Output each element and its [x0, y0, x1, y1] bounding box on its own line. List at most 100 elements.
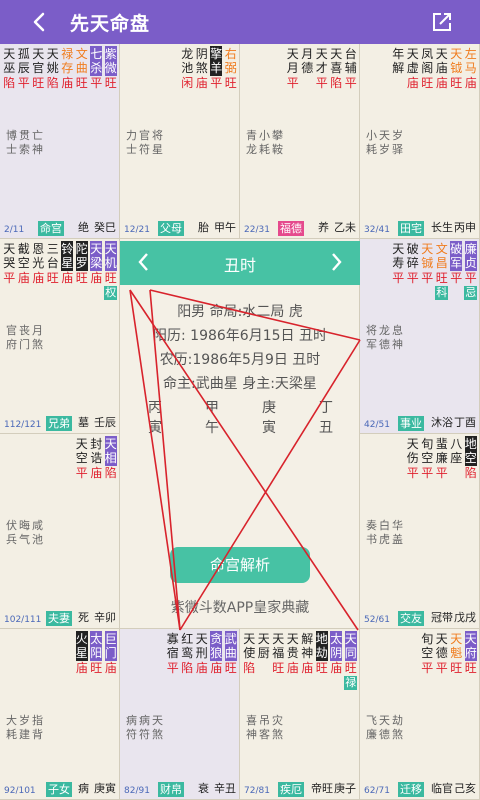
- star-brightness: 平: [421, 466, 434, 480]
- star-brightness: 旺: [104, 76, 117, 90]
- star-name: 擎羊: [210, 46, 223, 76]
- palace-cell[interactable]: 台辅平天喜陷天才平月德天月平青龙小耗攀鞍 22/31 福德养乙未: [240, 44, 360, 239]
- star: 天官旺: [31, 46, 46, 90]
- palace-cell[interactable]: 紫微旺七杀平文曲旺禄存庙天姚陷天官旺孤辰平天巫陷博士贯索亡神 2/11 命宫绝癸巳: [0, 44, 120, 239]
- star-name: 阴煞: [195, 47, 208, 75]
- star-list: 天机旺权天梁庙陀罗旺铃星庙三台旺恩光庙截空庙天哭平: [2, 241, 118, 300]
- star-name: 天虚: [406, 47, 419, 75]
- star-list: 巨门庙太阳旺火星庙: [75, 631, 119, 675]
- star-brightness: 平: [406, 466, 419, 480]
- star-brightness: 庙: [464, 76, 477, 90]
- palace-name[interactable]: 田宅: [398, 221, 424, 236]
- life-stage: 病: [78, 782, 89, 795]
- star: 解神庙: [300, 631, 315, 690]
- palace-name[interactable]: 兄弟: [46, 416, 72, 431]
- star-brightness: 旺: [75, 76, 88, 90]
- minor-star: 奏书: [366, 519, 377, 546]
- star-name: 红鸾: [181, 632, 194, 660]
- star: 天喜陷: [329, 46, 344, 90]
- star: 太阴庙: [329, 631, 344, 690]
- star-list: 天府旺天魁旺天德平旬空平: [420, 631, 478, 675]
- star: 天才平: [315, 46, 330, 90]
- minor-star: 息神: [392, 324, 403, 351]
- palace-name[interactable]: 事业: [398, 416, 424, 431]
- star: 巨门庙: [104, 631, 119, 675]
- star-brightness: 陷: [104, 466, 117, 480]
- star-name: 廉贞: [464, 241, 477, 271]
- minor-stars: 喜神吊客灾煞: [246, 714, 283, 742]
- minor-star: 病符: [139, 714, 150, 741]
- minor-star: 伏兵: [6, 519, 17, 546]
- star-name: 天伤: [406, 437, 419, 465]
- life-stage: 长生: [431, 221, 453, 234]
- star-brightness: 闲: [181, 76, 194, 90]
- palace-cell[interactable]: 武曲旺贪狼庙天刑庙红鸾陷寡宿平病符病符天煞 82/91 财帛衰辛丑: [120, 629, 240, 800]
- palace-name[interactable]: 夫妻: [46, 611, 72, 626]
- star-name: 旬空: [421, 632, 434, 660]
- life-stage: 绝: [78, 221, 89, 234]
- star-brightness: 平: [315, 76, 328, 90]
- star-brightness: 旺: [421, 76, 434, 90]
- star-name: 蜚廉: [435, 437, 448, 465]
- star-name: 凤阁: [421, 47, 434, 75]
- palace-name[interactable]: 迁移: [398, 782, 424, 797]
- star-name: 天相: [104, 436, 117, 466]
- star-brightness: 旺: [46, 271, 59, 285]
- star: 天巫陷: [2, 46, 17, 90]
- next-hour-button[interactable]: [324, 249, 348, 275]
- palace-cell[interactable]: 左马庙天钺旺天庙庙凤阁旺天虚庙年解小耗天岁岁驿 32/41 田宅 长生 丙申: [360, 44, 480, 239]
- analyze-button[interactable]: 命宫解析: [170, 547, 310, 583]
- star-brightness: 平: [450, 271, 463, 285]
- star: 蜚廉平: [435, 436, 450, 480]
- star-brightness: 陷: [464, 466, 477, 480]
- minor-star: 指背: [32, 714, 43, 741]
- life-body-master: 命主:武曲星 身主:天梁星: [163, 376, 317, 392]
- age-range: 2/11: [4, 225, 25, 235]
- palace-name[interactable]: 父母: [158, 221, 184, 236]
- minor-star: 晦气: [19, 519, 30, 546]
- palace-name[interactable]: 财帛: [158, 782, 184, 797]
- star: 天钺旺: [449, 46, 464, 90]
- minor-star: 飞廉: [366, 714, 377, 741]
- palace-cell[interactable]: 天同旺禄太阴庙地劫旺解神庙天贵庙天福旺天厨天使陷喜神吊客灾煞 72/81 疾厄 帝旺庚…: [240, 629, 360, 800]
- star-name: 左马: [464, 47, 477, 75]
- star: 破军平: [449, 241, 464, 300]
- star-name: 天福: [272, 632, 285, 660]
- star: 天伤平: [406, 436, 421, 480]
- hua-badge: 权: [104, 286, 118, 300]
- minor-star: 吊客: [259, 714, 270, 741]
- star-name: 天府: [464, 631, 477, 661]
- palace-name[interactable]: 疾厄: [278, 782, 304, 797]
- life-stage: 胎: [198, 221, 209, 234]
- minor-star: 青龙: [246, 129, 257, 156]
- star: 禄存庙: [60, 46, 75, 90]
- palace-cell[interactable]: 巨门庙太阳旺火星庙大耗岁建指背 92/101 子女病庚寅: [0, 629, 120, 800]
- star-name: 地空: [464, 436, 477, 466]
- share-icon: [433, 13, 451, 31]
- star-brightness: 平: [421, 271, 434, 285]
- star: 天刑庙: [195, 631, 210, 675]
- palace-name[interactable]: 命宫: [38, 221, 64, 236]
- ganzhi: 甲午: [214, 221, 236, 234]
- star-name: 文曲: [75, 47, 88, 75]
- star-brightness: 旺: [344, 661, 357, 675]
- back-button[interactable]: [26, 8, 54, 36]
- minor-stars: 博士贯索亡神: [6, 129, 43, 157]
- palace-cell[interactable]: 天相陷封诰庙天空平伏兵晦气咸池 102/111 夫妻死辛卯: [0, 434, 120, 629]
- palace-name[interactable]: 交友: [398, 611, 424, 626]
- ganzhi: 乙未: [334, 221, 356, 234]
- star: 天魁旺: [449, 631, 464, 675]
- life-stage: 帝旺: [311, 782, 333, 795]
- star-brightness: 庙: [61, 76, 74, 90]
- minor-star: 亡神: [32, 129, 43, 156]
- share-button[interactable]: [430, 10, 454, 34]
- minor-star: 灾煞: [272, 714, 283, 741]
- palace-cell[interactable]: 地空陷八座蜚廉平旬空平天伤平奏书白虎华盖 52/61 交友 冠带 戊戌: [360, 434, 480, 629]
- palace-cell[interactable]: 天机旺权天梁庙陀罗旺铃星庙三台旺恩光庙截空庙天哭平官府丧门月煞 112/121 兄弟…: [0, 239, 120, 434]
- palace-cell[interactable]: 廉贞平忌破军平文昌旺科天铖平破碎平天寿平将军龙德息神 42/51 事业 沐浴 丁酉: [360, 239, 480, 434]
- palace-name[interactable]: 子女: [46, 782, 72, 797]
- palace-name[interactable]: 福德: [278, 221, 304, 236]
- palace-cell[interactable]: 天府旺天魁旺天德平旬空平飞廉天德劫煞 62/71 迁移 临官 己亥: [360, 629, 480, 800]
- star: 左马庙: [464, 46, 479, 90]
- palace-cell[interactable]: 右弼旺擎羊平阴煞庙龙池闲力士官符将星 12/21 父母 胎甲午: [120, 44, 240, 239]
